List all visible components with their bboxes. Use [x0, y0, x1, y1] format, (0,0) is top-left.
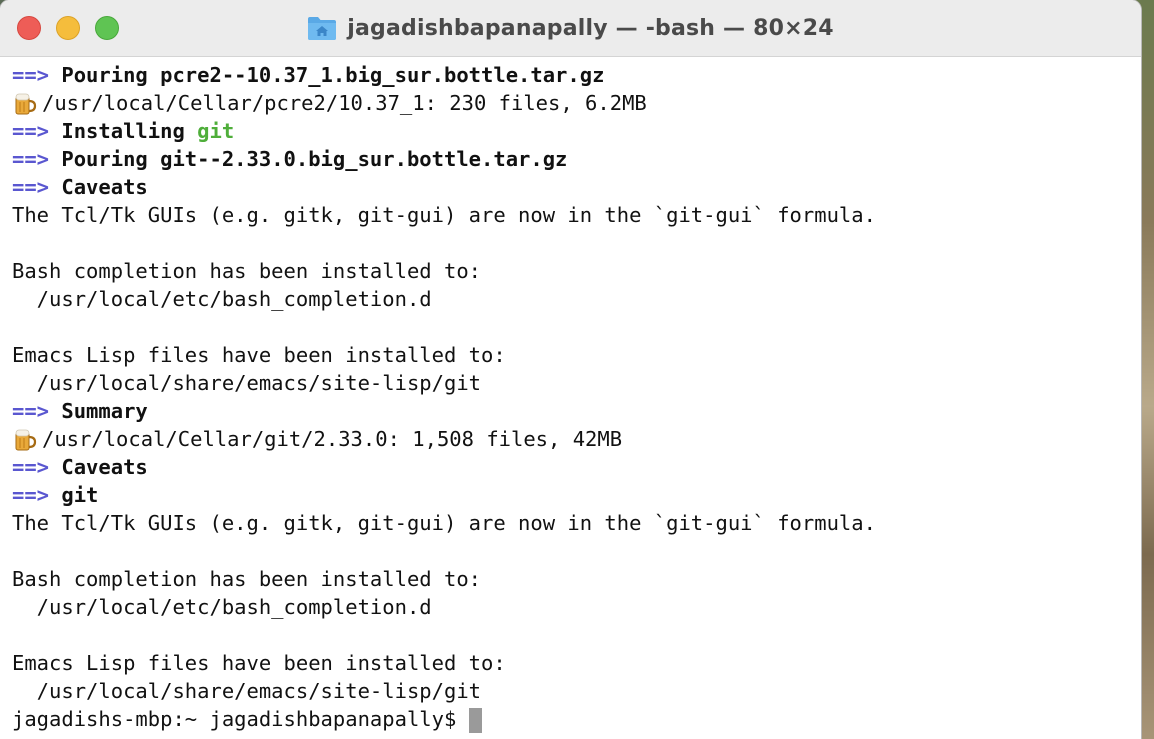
beer-mug-icon — [12, 427, 42, 453]
arrow-marker: ==> — [12, 455, 50, 479]
window-controls — [17, 16, 119, 40]
terminal-output[interactable]: ==> Pouring pcre2--10.37_1.big_sur.bottl… — [0, 61, 1141, 739]
arrow-marker: ==> — [12, 399, 50, 423]
output-line: ==> Caveats — [12, 453, 1141, 481]
arrow-marker: ==> — [12, 63, 50, 87]
output-line: /usr/local/share/emacs/site-lisp/git — [12, 371, 481, 395]
output-line: Bash completion has been installed to: — [12, 259, 481, 283]
output-line: /usr/local/Cellar/git/2.33.0: 1,508 file… — [12, 425, 1141, 453]
window-title-group: jagadishbapanapally — -bash — 80×24 — [307, 15, 834, 41]
output-line: /usr/local/Cellar/pcre2/10.37_1: 230 fil… — [12, 89, 1141, 117]
minimize-button[interactable] — [56, 16, 80, 40]
output-line: /usr/local/share/emacs/site-lisp/git — [12, 679, 481, 703]
line-text: Caveats — [61, 175, 148, 199]
output-line: The Tcl/Tk GUIs (e.g. gitk, git-gui) are… — [12, 203, 876, 227]
output-line: ==> Installing git — [12, 117, 1141, 145]
title-bar[interactable]: jagadishbapanapally — -bash — 80×24 — [0, 0, 1141, 57]
output-line: ==> Caveats — [12, 173, 1141, 201]
output-line: /usr/local/etc/bash_completion.d — [12, 595, 432, 619]
beer-mug-icon — [12, 91, 42, 117]
arrow-marker: ==> — [12, 119, 50, 143]
prompt-line[interactable]: jagadishs-mbp:~ jagadishbapanapally$ — [12, 705, 1141, 733]
line-text: /usr/local/Cellar/pcre2/10.37_1: 230 fil… — [42, 91, 647, 115]
zoom-button[interactable] — [95, 16, 119, 40]
output-line: Emacs Lisp files have been installed to: — [12, 651, 506, 675]
folder-home-icon — [307, 15, 337, 41]
line-text: Caveats — [61, 455, 148, 479]
output-line: Bash completion has been installed to: — [12, 567, 481, 591]
line-text: Installing — [61, 119, 198, 143]
close-button[interactable] — [17, 16, 41, 40]
package-name: git — [197, 119, 235, 143]
output-line: ==> Pouring git--2.33.0.big_sur.bottle.t… — [12, 145, 1141, 173]
line-text: git — [61, 483, 99, 507]
output-line: ==> git — [12, 481, 1141, 509]
line-text: Summary — [61, 399, 148, 423]
line-text: Pouring git--2.33.0.big_sur.bottle.tar.g… — [61, 147, 568, 171]
window-title: jagadishbapanapally — -bash — 80×24 — [347, 15, 834, 41]
arrow-marker: ==> — [12, 175, 50, 199]
arrow-marker: ==> — [12, 483, 50, 507]
output-line: ==> Pouring pcre2--10.37_1.big_sur.bottl… — [12, 61, 1141, 89]
output-line: ==> Summary — [12, 397, 1141, 425]
line-text: /usr/local/Cellar/git/2.33.0: 1,508 file… — [42, 427, 623, 451]
shell-prompt: jagadishs-mbp:~ jagadishbapanapally$ — [12, 707, 457, 731]
output-line: /usr/local/etc/bash_completion.d — [12, 287, 432, 311]
text-cursor — [469, 707, 483, 733]
terminal-window: jagadishbapanapally — -bash — 80×24 ==> … — [0, 0, 1141, 739]
output-line: The Tcl/Tk GUIs (e.g. gitk, git-gui) are… — [12, 511, 876, 535]
output-line: Emacs Lisp files have been installed to: — [12, 343, 506, 367]
arrow-marker: ==> — [12, 147, 50, 171]
line-text: Pouring pcre2--10.37_1.big_sur.bottle.ta… — [61, 63, 605, 87]
